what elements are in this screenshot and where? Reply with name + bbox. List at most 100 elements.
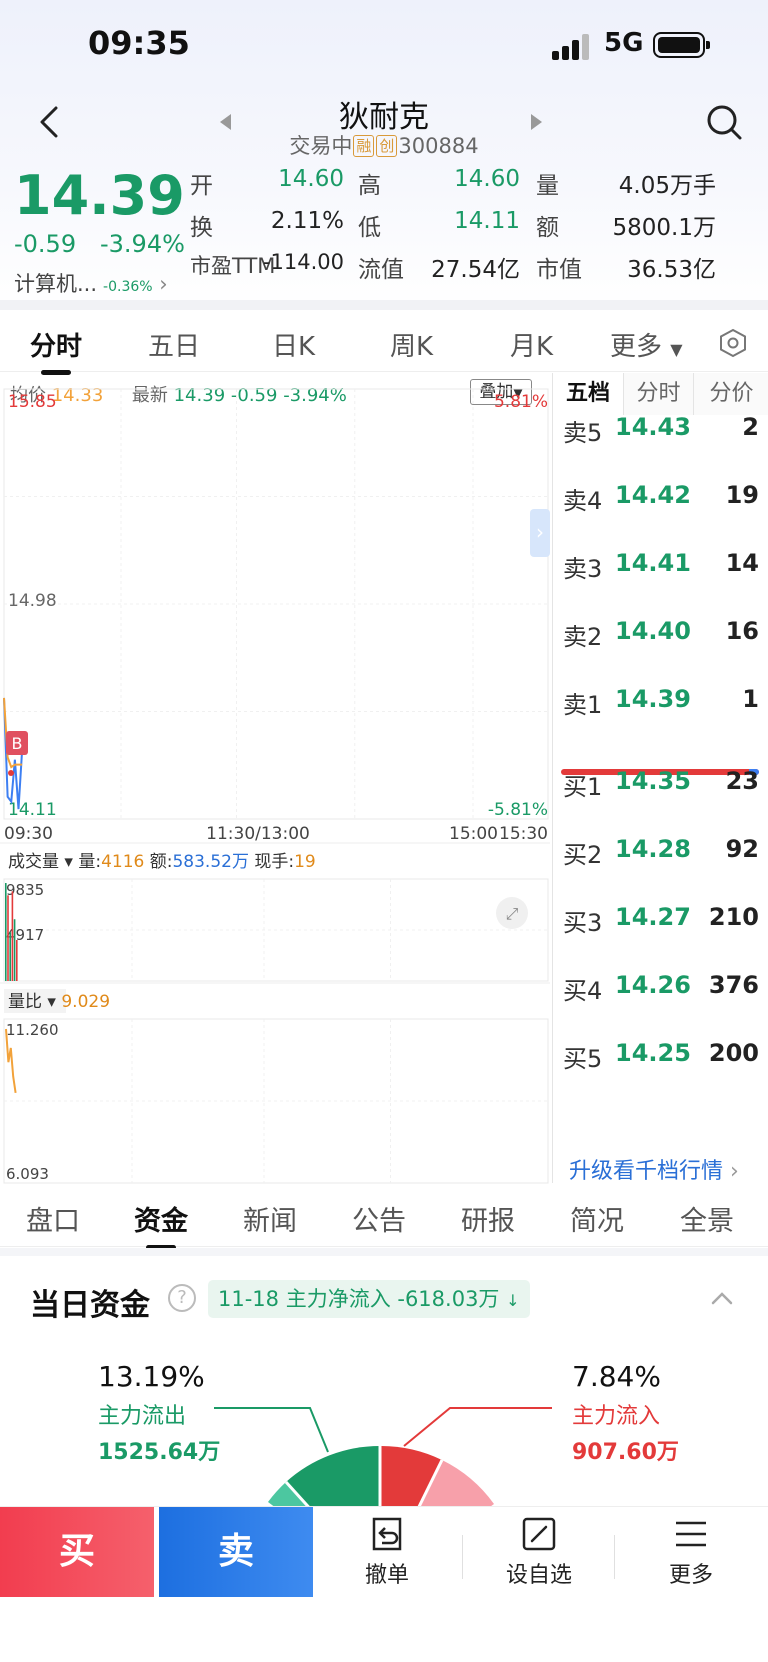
sector-name: 计算机... bbox=[14, 272, 98, 296]
network-type: 5G bbox=[604, 28, 644, 58]
x-tick-label: 15:00 bbox=[449, 824, 498, 844]
tab-research[interactable]: 研报 bbox=[461, 1199, 515, 1238]
bid-label: 买3 bbox=[563, 909, 603, 937]
quote-label: 市值 bbox=[536, 257, 582, 283]
sell-button[interactable]: 卖 bbox=[159, 1507, 313, 1597]
search-icon[interactable] bbox=[704, 102, 744, 142]
tab-intraday[interactable]: 分时 bbox=[30, 326, 82, 375]
volume-bar bbox=[9, 932, 11, 981]
quote-grid: 开 14.60 高 14.60 量 4.05万手 换 2.11% 低 14.11… bbox=[190, 164, 760, 298]
x-tick-label: 11:30/13:00 bbox=[206, 824, 310, 844]
chart-settings-icon[interactable] bbox=[718, 328, 748, 358]
fullscreen-glyph: ⤢ bbox=[506, 904, 519, 923]
bottom-action-bar: 买 卖 撤单 设自选 更多 bbox=[0, 1506, 768, 1662]
section-divider bbox=[0, 1248, 768, 1256]
next-stock-icon[interactable] bbox=[531, 114, 542, 130]
ask-price: 14.39 bbox=[615, 685, 691, 713]
tab-price-levels[interactable]: 分价 bbox=[693, 373, 768, 415]
bid-label: 买4 bbox=[563, 977, 603, 1005]
tab-five-day[interactable]: 五日 bbox=[148, 326, 200, 363]
sector-link[interactable]: 计算机... -0.36% › bbox=[14, 268, 168, 298]
capital-flow-section: 当日资金 ? 11-18 主力净流入 -618.03万 ↓ 13.19% 主力流… bbox=[0, 1256, 768, 1506]
tab-weekly-k[interactable]: 周K bbox=[390, 326, 433, 363]
sector-change: -0.36% bbox=[103, 279, 153, 295]
divider bbox=[614, 1535, 615, 1579]
tab-five-levels[interactable]: 五档 bbox=[553, 373, 623, 415]
ask-row-2: 卖2 14.40 16 bbox=[553, 617, 768, 657]
more-button[interactable]: 更多 bbox=[616, 1515, 766, 1597]
more-label: 更多 bbox=[668, 1563, 713, 1588]
y-tick-label: 14.11 bbox=[8, 800, 57, 820]
quote-label: 低 bbox=[358, 215, 381, 241]
cancel-order-label: 撤单 bbox=[364, 1563, 409, 1588]
status-bar: 09:35 5G bbox=[0, 0, 768, 92]
buy-point bbox=[8, 770, 14, 776]
price-change: -0.59 bbox=[14, 230, 77, 258]
bid-price: 14.35 bbox=[615, 767, 691, 795]
volume-bar bbox=[5, 883, 7, 981]
tab-order-summary[interactable]: 盘口 bbox=[26, 1199, 80, 1238]
inflow-leader-line bbox=[403, 1407, 552, 1447]
tab-monthly-k[interactable]: 月K bbox=[510, 326, 553, 363]
quote-label: 高 bbox=[358, 173, 381, 199]
tab-more-label: 更多 bbox=[610, 332, 663, 362]
bid-volume: 23 bbox=[725, 767, 759, 795]
quote-label: 流值 bbox=[358, 257, 404, 283]
upgrade-depth-link[interactable]: 升级看千档行情 › bbox=[569, 1153, 739, 1185]
bid-row-4: 买4 14.26 376 bbox=[553, 971, 768, 1011]
tab-more[interactable]: 更多 ▼ bbox=[610, 326, 683, 363]
quote-value-turnover: 2.11% bbox=[270, 208, 344, 234]
ask-label: 卖3 bbox=[563, 555, 603, 583]
ask-volume: 2 bbox=[742, 413, 759, 441]
tab-daily-k[interactable]: 日K bbox=[272, 326, 315, 363]
ask-row-1: 卖1 14.39 1 bbox=[553, 685, 768, 725]
bid-price: 14.28 bbox=[615, 835, 691, 863]
quote-label: 开 bbox=[190, 173, 213, 199]
ask-label: 卖4 bbox=[563, 487, 603, 515]
tab-capital[interactable]: 资金 bbox=[134, 1199, 188, 1250]
bid-volume: 92 bbox=[725, 835, 759, 863]
tab-announcements[interactable]: 公告 bbox=[352, 1199, 406, 1238]
bid-volume: 200 bbox=[708, 1039, 759, 1067]
volume-bar bbox=[16, 939, 18, 981]
quote-value-high: 14.60 bbox=[454, 166, 520, 192]
add-watchlist-button[interactable]: 设自选 bbox=[464, 1515, 614, 1597]
ask-price: 14.40 bbox=[615, 617, 691, 645]
ask-price: 14.41 bbox=[615, 549, 691, 577]
volume-bar bbox=[7, 895, 9, 981]
stock-subtitle: 交易中融创 300884 bbox=[0, 130, 768, 160]
ask-price: 14.43 bbox=[615, 413, 691, 441]
watchlist-label: 设自选 bbox=[505, 1563, 572, 1588]
bid-volume: 210 bbox=[708, 903, 759, 931]
tab-news[interactable]: 新闻 bbox=[243, 1199, 297, 1238]
capital-pie-chart bbox=[214, 1407, 552, 1506]
y-tick-label: 11.260 bbox=[6, 1021, 59, 1039]
quote-value-volume: 4.05万手 bbox=[618, 173, 716, 199]
detail-tabs: 盘口 资金 新闻 公告 研报 简况 全景 bbox=[0, 1183, 768, 1250]
ask-volume: 16 bbox=[725, 617, 759, 645]
tab-ticks[interactable]: 分时 bbox=[623, 373, 693, 415]
stock-code: 300884 bbox=[398, 134, 479, 158]
tab-profile[interactable]: 简况 bbox=[570, 1199, 624, 1238]
buy-marker-label: B bbox=[12, 734, 23, 753]
period-tabs: 分时 五日 日K 周K 月K 更多 ▼ bbox=[0, 316, 768, 375]
ask-row-3: 卖3 14.41 14 bbox=[553, 549, 768, 589]
bid-price: 14.25 bbox=[615, 1039, 691, 1067]
quote-value-amount: 5800.1万 bbox=[612, 215, 716, 241]
order-book: 五档 分时 分价 卖5 14.43 2 卖4 14.42 19 卖3 14.41 14 卖2… bbox=[552, 373, 768, 1185]
chinext-badge: 创 bbox=[376, 135, 398, 157]
bid-price: 14.27 bbox=[615, 903, 691, 931]
cancel-order-icon bbox=[372, 1517, 402, 1551]
x-tick-label: 15:30 bbox=[499, 824, 548, 844]
y-tick-label: -5.81% bbox=[488, 800, 548, 820]
ask-volume: 1 bbox=[742, 685, 759, 713]
y-tick-label: 14.98 bbox=[8, 591, 57, 611]
tab-overview[interactable]: 全景 bbox=[680, 1199, 734, 1238]
quote-label: 量 bbox=[536, 173, 559, 199]
buy-button[interactable]: 买 bbox=[0, 1507, 154, 1597]
x-tick-label: 09:30 bbox=[4, 824, 53, 844]
stock-header: 狄耐克 交易中融创 300884 bbox=[0, 92, 768, 164]
y-tick-label: 5.81% bbox=[494, 392, 548, 412]
cancel-order-button[interactable]: 撤单 bbox=[312, 1515, 462, 1597]
bid-label: 买2 bbox=[563, 841, 603, 869]
